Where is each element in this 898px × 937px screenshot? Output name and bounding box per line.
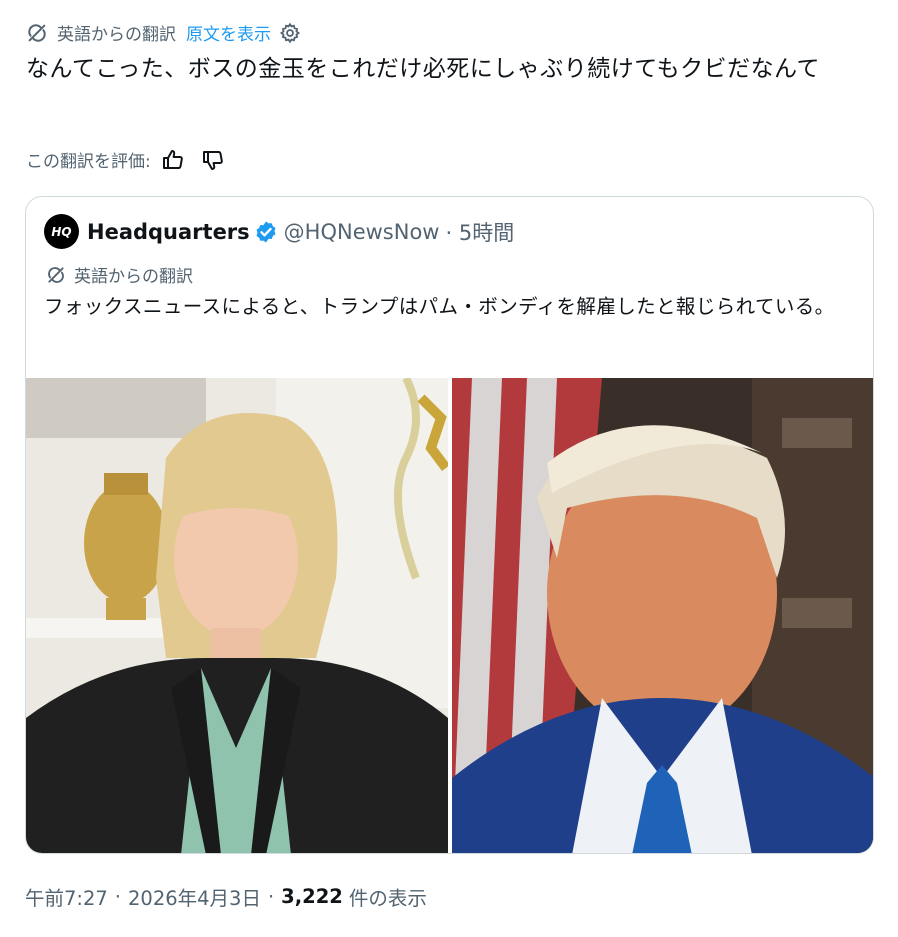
quoted-post-header: HQ Headquarters @HQNewsNow · 5時間 [44,214,514,249]
media-grid [26,378,873,853]
view-count: 3,222 [281,885,343,908]
separator: · [267,885,275,908]
view-count-label: 件の表示 [348,887,427,910]
separator: · [114,885,121,908]
quoted-author-name[interactable]: Headquarters [87,220,250,244]
quoted-translated-from-label: 英語からの翻訳 [74,267,193,287]
translate-icon [28,23,46,42]
photo-left[interactable] [26,378,448,853]
quoted-post-card[interactable]: HQ Headquarters @HQNewsNow · 5時間 英語からの翻訳… [25,196,874,854]
quoted-author-handle[interactable]: @HQNewsNow [284,220,440,244]
post-meta: 午前7:27 · 2026年4月3日 · 3,222 件の表示 [25,882,427,911]
post-date[interactable]: 2026年4月3日 [128,882,261,911]
post-time[interactable]: 午前7:27 [25,882,108,911]
quoted-translation-header: 英語からの翻訳 [46,262,193,287]
thumbs-down-icon[interactable] [201,148,225,172]
quoted-post-time[interactable]: · 5時間 [445,217,514,247]
photo-right[interactable] [452,378,873,853]
translate-icon [48,266,64,283]
translation-header: 英語からの翻訳 原文を表示 [26,20,301,45]
show-original-link[interactable]: 原文を表示 [186,20,271,45]
thumbs-up-icon[interactable] [161,148,185,172]
avatar[interactable]: HQ [44,214,79,249]
quoted-post-text: フォックスニュースによると、トランプはパム・ボンディを解雇したと報じられている。 [44,295,835,318]
gear-icon[interactable] [279,22,301,44]
post-text: なんてこった、ボスの金玉をこれだけ必死にしゃぶり続けてもクビだなんて [26,56,820,82]
rate-translation-label: この翻訳を評価: [26,152,151,172]
translated-from-label: 英語からの翻訳 [57,25,176,45]
verified-badge-icon [256,221,276,242]
rate-translation: この翻訳を評価: [26,147,225,172]
